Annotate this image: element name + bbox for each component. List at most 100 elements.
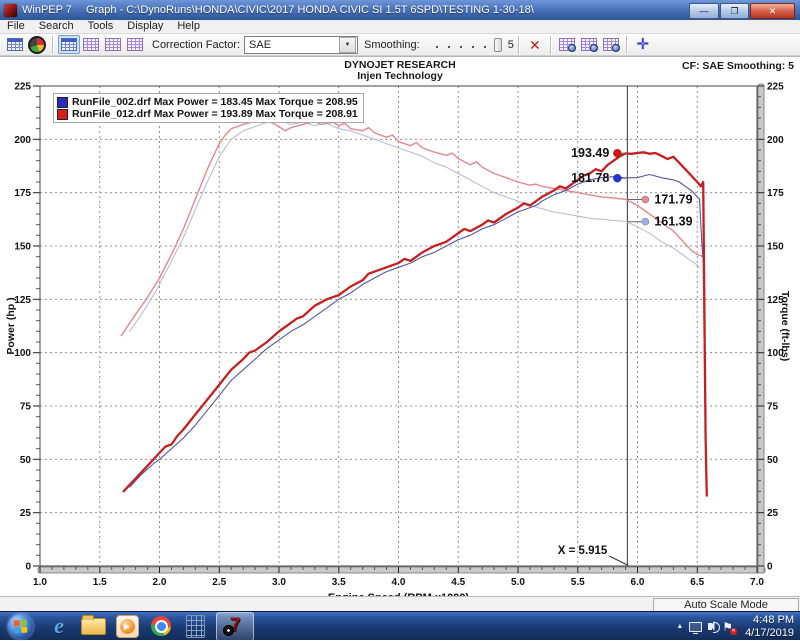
minimize-icon: — [700, 6, 709, 16]
clear-graph-icon-glyph: ✕ [529, 38, 541, 52]
toolbar-separator [626, 36, 628, 54]
smoothing-label: Smoothing: [364, 39, 420, 51]
legend-item: RunFile_012.drf Max Power = 193.89 Max T… [57, 108, 358, 120]
taskbar-calculator-icon[interactable] [178, 613, 212, 639]
graph-multi-icon[interactable] [124, 35, 146, 54]
chrome-icon [151, 616, 171, 636]
start-button[interactable] [8, 614, 33, 639]
legend-swatch-run012 [57, 109, 68, 120]
y-tick-label-right: 50 [767, 455, 779, 466]
graph-pen-icon[interactable] [58, 35, 80, 54]
x-axis-bar [38, 567, 765, 573]
y-tick-label-left: 150 [14, 242, 31, 253]
y-axis-label-right: Torque (ft-lbs) [779, 291, 791, 361]
readout-value: 193.49 [571, 146, 609, 160]
clear-graph-icon[interactable]: ✕ [524, 35, 546, 54]
alert-badge: ✕ [730, 628, 737, 635]
pick-graph-icon[interactable] [600, 35, 622, 54]
y-axis-bar-right [758, 84, 764, 573]
y-tick-label-right: 150 [767, 242, 784, 253]
chart-svg[interactable]: 1.01.52.02.53.03.54.04.55.05.56.06.57.00… [0, 57, 800, 597]
cursor-x-label: X = 5.915 [558, 545, 608, 557]
taskbar-ie-icon[interactable]: e [42, 613, 76, 639]
action-center-icon[interactable]: ⚑✕ [722, 621, 733, 633]
menu-help[interactable]: Help [170, 20, 207, 33]
taskbar: e ▶ 7 ▲ ⚑✕ 4:48 PM 4/17/2019 [0, 611, 800, 640]
x-tick-label: 1.5 [93, 577, 107, 588]
crosshair-icon[interactable]: ✛ [632, 35, 654, 54]
smoothing-value: 5 [508, 39, 514, 51]
taskbar-chrome-icon[interactable] [144, 613, 178, 639]
document-title: Graph - C:\DynoRuns\HONDA\CIVIC\2017 HON… [86, 4, 534, 16]
app-name: WinPEP 7 [22, 4, 72, 16]
scale-mode-status: Auto Scale Mode [653, 598, 799, 612]
pan-graph-icon[interactable] [578, 35, 600, 54]
menu-display[interactable]: Display [120, 20, 170, 33]
volume-icon[interactable] [708, 623, 712, 630]
calculator-icon [186, 615, 205, 638]
graph-overlay-icon[interactable] [102, 35, 124, 54]
legend-item: RunFile_002.drf Max Power = 183.45 Max T… [57, 96, 358, 108]
menu-search[interactable]: Search [32, 20, 81, 33]
y-tick-label-right: 225 [767, 82, 784, 93]
x-tick-label: 1.0 [33, 577, 47, 588]
y-tick-label-right: 200 [767, 135, 784, 146]
y-tick-label-left: 0 [25, 562, 31, 573]
legend-swatch-run002 [57, 97, 68, 108]
zoom-graph-icon[interactable] [556, 35, 578, 54]
readout-value: 181.78 [571, 171, 609, 185]
toolbar: Correction Factor: SAE ▼ Smoothing: 5 ✕ … [0, 34, 800, 56]
y-tick-label-left: 225 [14, 82, 31, 93]
restore-icon: ❐ [730, 6, 738, 17]
readout-value: 171.79 [654, 193, 692, 207]
x-tick-label: 3.0 [272, 577, 286, 588]
dial-gauge-icon[interactable] [26, 35, 48, 54]
x-tick-label: 5.0 [511, 577, 525, 588]
clock-date: 4/17/2019 [745, 627, 794, 640]
x-tick-label: 6.0 [631, 577, 645, 588]
legend: RunFile_002.drf Max Power = 183.45 Max T… [53, 93, 364, 123]
graph-compare-icon[interactable] [80, 35, 102, 54]
dyno-wheel-icon [223, 625, 234, 636]
grid-data-icon[interactable] [4, 35, 26, 54]
graph-overlay-icon-glyph [105, 38, 121, 51]
system-tray: ▲ ⚑✕ 4:48 PM 4/17/2019 [676, 612, 798, 641]
smoothing-slider-handle[interactable] [494, 38, 502, 52]
correction-factor-value: SAE [245, 39, 339, 51]
y-tick-label-right: 0 [767, 562, 773, 573]
toolbar-separator [550, 36, 552, 54]
hand-overlay-icon [590, 44, 598, 52]
network-icon[interactable] [689, 622, 702, 632]
correction-factor-select[interactable]: SAE ▼ [244, 36, 358, 54]
winpep-7-icon: 7 [230, 615, 241, 637]
taskbar-explorer-icon[interactable] [76, 613, 110, 639]
y-tick-label-left: 75 [20, 402, 32, 413]
magnifier-overlay-icon [568, 44, 576, 52]
play-icon: ▶ [124, 622, 130, 631]
y-tick-label-right: 25 [767, 508, 779, 519]
legend-label-run012: RunFile_012.drf Max Power = 193.89 Max T… [72, 108, 358, 120]
smoothing-slider[interactable] [428, 37, 504, 52]
readout-value: 161.39 [654, 215, 692, 229]
grid-data-icon-glyph [7, 38, 23, 51]
close-icon: ✕ [769, 6, 777, 17]
y-tick-label-left: 50 [20, 455, 32, 466]
media-player-icon: ▶ [116, 615, 139, 638]
y-tick-label-right: 175 [767, 188, 784, 199]
minimize-button[interactable]: — [689, 3, 719, 19]
folder-icon [81, 618, 106, 635]
chevron-down-icon: ▼ [345, 42, 351, 48]
x-tick-label: 4.0 [392, 577, 406, 588]
menu-file[interactable]: File [0, 20, 32, 33]
taskbar-winpep-button[interactable]: 7 [216, 612, 254, 641]
graph-compare-icon-glyph [83, 38, 99, 51]
toolbar-separator [52, 36, 54, 54]
graph-pen-icon-glyph [61, 38, 77, 51]
taskbar-media-player-icon[interactable]: ▶ [110, 613, 144, 639]
close-button[interactable]: ✕ [750, 3, 795, 19]
menu-tools[interactable]: Tools [81, 20, 121, 33]
arrow-overlay-icon [612, 44, 620, 52]
restore-button[interactable]: ❐ [720, 3, 749, 19]
tray-up-arrow-icon[interactable]: ▲ [676, 623, 683, 630]
clock[interactable]: 4:48 PM 4/17/2019 [745, 614, 794, 640]
